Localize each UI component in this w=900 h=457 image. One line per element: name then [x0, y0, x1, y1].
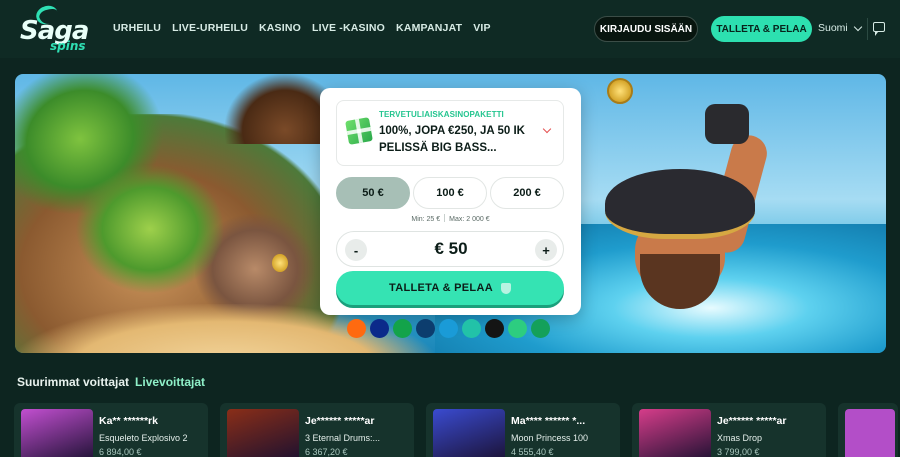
s-pankki-logo-icon: [393, 319, 412, 338]
winner-user: Je****** *****ar: [305, 415, 375, 427]
winner-amount: 4 555,40 €: [511, 447, 554, 457]
game-thumbnail: [227, 409, 299, 457]
nav-vip[interactable]: VIP: [473, 22, 491, 34]
logo[interactable]: Saga spins: [16, 2, 96, 53]
winner-game: Moon Princess 100: [511, 433, 589, 443]
live-winners-tab[interactable]: Livevoittajat: [135, 375, 205, 389]
game-thumbnail: [21, 409, 93, 457]
winner-user: Je****** *****ar: [717, 415, 787, 427]
deposit-play-label: TALLETA & PELAA: [389, 282, 493, 294]
top-bar: Saga spins URHEILU LIVE-URHEILU KASINO L…: [0, 0, 900, 58]
winner-amount: 6 367,20 €: [305, 447, 348, 457]
logo-subtitle: spins: [50, 39, 86, 53]
winner-card[interactable]: Ka** ******rk Esqueleto Explosivo 2 6 89…: [14, 403, 208, 457]
winner-game: Xmas Drop: [717, 433, 763, 443]
game-thumbnail: [433, 409, 505, 457]
winners-title[interactable]: Suurimmat voittajat: [17, 375, 129, 389]
amount-stepper: - € 50 +: [336, 231, 564, 267]
nav-live-urheilu[interactable]: LIVE-URHEILU: [172, 22, 248, 34]
decrease-button[interactable]: -: [345, 239, 367, 261]
amount-option-50[interactable]: 50 €: [336, 177, 410, 209]
language-select[interactable]: Suomi: [818, 22, 863, 34]
nav-live-kasino[interactable]: LIVE -KASINO: [312, 22, 385, 34]
winner-amount: 6 894,00 €: [99, 447, 142, 457]
game-thumbnail: [845, 409, 895, 457]
winner-user: Ma**** ****** *...: [511, 415, 586, 427]
welcome-offer-select[interactable]: TERVETULIAISKASINOPAKETTI 100%, JOPA €25…: [336, 100, 564, 166]
alandsbanken-logo-icon: [508, 319, 527, 338]
nav-urheilu[interactable]: URHEILU: [113, 22, 161, 34]
game-thumbnail: [639, 409, 711, 457]
op-logo-icon: [347, 319, 366, 338]
deposit-play-button[interactable]: TALLETA & PELAA: [336, 271, 564, 305]
winner-card[interactable]: Ma**** ****** *... Moon Princess 100 4 5…: [426, 403, 620, 457]
winner-game: 3 Eternal Drums:...: [305, 433, 381, 443]
promo-tag: TERVETULIAISKASINOPAKETTI: [379, 110, 504, 119]
coin-icon: [607, 78, 633, 104]
pirate-glove: [705, 104, 749, 144]
winner-game: Esqueleto Explosivo 2: [99, 433, 188, 443]
chevron-down-icon: [853, 22, 863, 31]
max-label: Max: 2 000 €: [449, 216, 490, 223]
main-nav: URHEILU LIVE-URHEILU KASINO LIVE -KASINO…: [113, 22, 491, 34]
hero-palm: [75, 164, 225, 294]
header-divider: [867, 18, 868, 40]
winner-card[interactable]: [838, 403, 898, 457]
chevron-down-icon[interactable]: [542, 124, 552, 134]
a-logo-icon: [531, 319, 550, 338]
coin-icon: [272, 254, 288, 272]
danske-logo-icon: [416, 319, 435, 338]
shield-icon: [500, 282, 511, 294]
pop-logo-icon: [462, 319, 481, 338]
handelsbanken-logo-icon: [439, 319, 458, 338]
login-button[interactable]: KIRJAUDU SISÄÄN: [594, 16, 698, 42]
nordea-logo-icon: [370, 319, 389, 338]
increase-button[interactable]: +: [535, 239, 557, 261]
nav-kasino[interactable]: KASINO: [259, 22, 301, 34]
chat-icon[interactable]: [873, 22, 885, 36]
promo-text: 100%, JOPA €250, JA 50 IK PELISSÄ BIG BA…: [379, 125, 525, 154]
deposit-card: TERVETULIAISKASINOPAKETTI 100%, JOPA €25…: [320, 88, 581, 315]
aktia-logo-icon: [485, 319, 504, 338]
deposit-limits: Min: 25 € Max: 2 000 €: [320, 214, 581, 223]
limits-divider: [444, 214, 446, 222]
winner-amount: 3 799,00 €: [717, 447, 760, 457]
payment-methods: [347, 319, 550, 338]
gift-icon: [345, 117, 373, 145]
nav-kampanjat[interactable]: KAMPANJAT: [396, 22, 462, 34]
min-label: Min: 25 €: [411, 216, 441, 223]
pirate-hat: [605, 169, 755, 239]
winner-card[interactable]: Je****** *****ar Xmas Drop 3 799,00 €: [632, 403, 826, 457]
amount-option-100[interactable]: 100 €: [413, 177, 487, 209]
winners-heading: Suurimmat voittajat Livevoittajat: [17, 375, 205, 389]
language-label: Suomi: [818, 22, 848, 34]
winner-user: Ka** ******rk: [99, 415, 158, 427]
winner-card[interactable]: Je****** *****ar 3 Eternal Drums:... 6 3…: [220, 403, 414, 457]
amount-input[interactable]: € 50: [377, 239, 525, 259]
amount-option-200[interactable]: 200 €: [490, 177, 564, 209]
deposit-button[interactable]: TALLETA & PELAA: [711, 16, 812, 42]
